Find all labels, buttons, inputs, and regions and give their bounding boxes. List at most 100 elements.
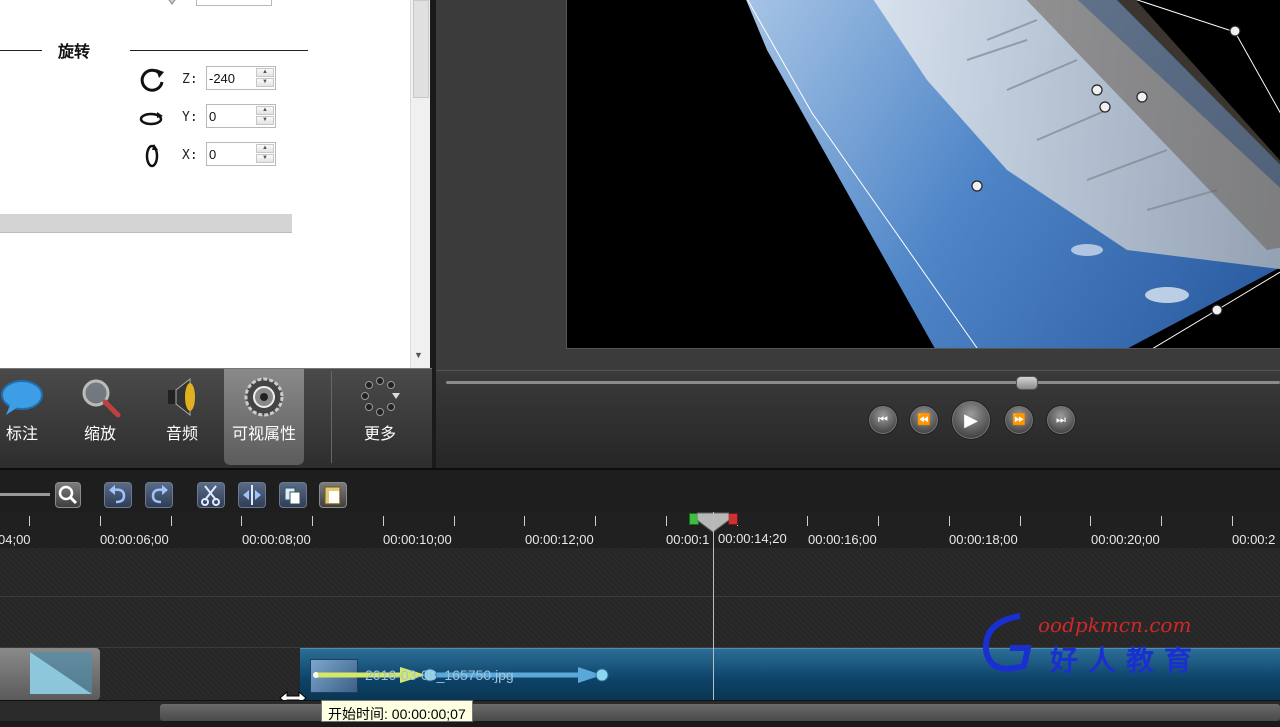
tab-visual-properties-label: 可视属性 xyxy=(231,424,296,443)
rotation-y-spinner[interactable]: ▲ ▼ xyxy=(256,106,274,126)
slider-thumb-icon[interactable] xyxy=(164,0,180,8)
section-divider-left xyxy=(0,50,42,51)
speaker-icon xyxy=(168,377,195,417)
split-icon xyxy=(243,485,261,505)
timeline-scrollbar[interactable] xyxy=(0,700,1280,721)
ruler-label: 00:00:1 xyxy=(666,532,710,547)
more-dots-icon xyxy=(361,377,400,416)
playhead-line xyxy=(713,512,714,702)
properties-scrollbar[interactable]: ▼ xyxy=(410,0,430,368)
section-divider-right xyxy=(130,50,308,51)
previous-field[interactable] xyxy=(196,0,272,6)
tab-callouts-label: 标注 xyxy=(5,424,38,443)
rotation-section-title: 旋转 xyxy=(58,42,91,61)
magnifier-icon xyxy=(58,485,78,505)
ruler-tick xyxy=(524,516,525,526)
ruler-label: 00:00:18;00 xyxy=(949,532,1018,547)
ruler-tick xyxy=(1020,516,1021,526)
scissors-icon xyxy=(201,485,220,506)
ruler-tick xyxy=(1232,516,1233,526)
ruler-label: 00:00:12;00 xyxy=(525,532,594,547)
paste-icon xyxy=(324,486,341,505)
tab-callouts[interactable]: 标注 xyxy=(0,369,62,465)
ruler-label: 04;00 xyxy=(0,532,31,547)
previous-clip[interactable] xyxy=(0,648,100,700)
paste-button[interactable] xyxy=(319,482,347,508)
rotate-z-icon xyxy=(140,68,164,92)
skip-back-icon: ⏮ xyxy=(878,414,888,426)
x-axis-label: X: xyxy=(182,148,198,163)
timeline-toolbar xyxy=(0,468,1280,514)
rotation-z-spinner[interactable]: ▲ ▼ xyxy=(256,68,274,88)
ruler-tick xyxy=(949,516,950,526)
ruler-label: 00:00:2 xyxy=(1232,532,1276,547)
ruler-label: 00:00:08;00 xyxy=(242,532,311,547)
jump-to-start-button[interactable]: ⏮ xyxy=(868,405,898,435)
rotation-x-field[interactable]: ▲▼ xyxy=(206,142,276,166)
ruler-label: 00:00:16;00 xyxy=(808,532,877,547)
rotation-y-input[interactable] xyxy=(209,106,257,126)
preview-pane xyxy=(436,0,1280,370)
redo-button[interactable] xyxy=(145,482,173,508)
ruler-tick xyxy=(666,516,667,526)
tab-visual-properties[interactable]: 可视属性 xyxy=(224,369,304,465)
preview-canvas[interactable] xyxy=(566,0,1280,349)
selection-end-handle[interactable] xyxy=(728,513,738,525)
start-time-tooltip: 开始时间: 00:00:00;07 xyxy=(321,700,473,722)
rotation-y-field[interactable]: ▲▼ xyxy=(206,104,276,128)
timeline-ruler[interactable]: 04;00 00:00:06;00 00:00:08;00 00:00:10;0… xyxy=(0,512,1280,549)
cut-button[interactable] xyxy=(197,482,225,508)
redo-icon xyxy=(151,485,168,504)
ruler-tick xyxy=(807,516,808,526)
copy-icon xyxy=(284,487,301,505)
fast-forward-button[interactable]: ⏩ xyxy=(1004,405,1034,435)
split-button[interactable] xyxy=(238,482,266,508)
fast-forward-icon: ⏩ xyxy=(1012,414,1026,426)
ruler-tick xyxy=(241,516,242,526)
rotation-x-input[interactable] xyxy=(209,144,257,164)
zoom-timeline-button[interactable] xyxy=(55,482,81,508)
playhead-time: 00:00:14;20 xyxy=(718,531,787,546)
rotated-image-media[interactable] xyxy=(567,0,1280,348)
tab-zoom-label: 缩放 xyxy=(83,424,116,443)
undo-icon xyxy=(109,485,126,504)
ruler-tick xyxy=(100,516,101,526)
rewind-icon: ⏪ xyxy=(917,414,931,426)
skip-forward-icon: ⏭ xyxy=(1056,414,1066,426)
jump-to-end-button[interactable]: ⏭ xyxy=(1046,405,1076,435)
properties-scroll-thumb[interactable] xyxy=(413,0,429,98)
watermark-brand: 好人教育 xyxy=(1049,644,1202,677)
ruler-tick xyxy=(312,516,313,526)
rotation-z-field[interactable]: ▲▼ xyxy=(206,66,276,90)
seek-thumb[interactable] xyxy=(1016,376,1038,390)
copy-button[interactable] xyxy=(279,482,307,508)
seek-bar[interactable] xyxy=(446,381,1280,384)
tab-more[interactable]: 更多 xyxy=(340,369,420,465)
watermark-site: oodpkmcn.com xyxy=(1038,613,1191,637)
play-button[interactable]: ▶ xyxy=(951,400,991,440)
task-tabs: 标注 缩放 音频 可视属性 更多 xyxy=(0,368,432,469)
ruler-tick xyxy=(454,516,455,526)
zoom-slider[interactable] xyxy=(0,493,50,496)
undo-button[interactable] xyxy=(104,482,132,508)
rotate-x-icon xyxy=(145,144,159,168)
tab-zoom[interactable]: 缩放 xyxy=(60,369,140,465)
ruler-tick xyxy=(1161,516,1162,526)
tab-more-label: 更多 xyxy=(363,424,396,443)
player-controls: ⏮ ⏪ ▶ ⏩ ⏭ xyxy=(436,370,1280,469)
tab-audio[interactable]: 音频 xyxy=(142,369,222,465)
scroll-down-arrow-icon[interactable]: ▼ xyxy=(414,350,423,360)
transition-thumbnail-icon xyxy=(30,652,92,694)
rotation-z-input[interactable] xyxy=(209,68,257,88)
timeline-track-1[interactable] xyxy=(0,548,1280,596)
play-icon: ▶ xyxy=(964,410,978,430)
visual-properties-panel: 旋转 Z: ▲▼ Y: ▲▼ X: ▲▼ xyxy=(0,0,430,368)
rewind-button[interactable]: ⏪ xyxy=(909,405,939,435)
rotation-x-spinner[interactable]: ▲ ▼ xyxy=(256,144,274,164)
magnifier-icon xyxy=(82,379,121,418)
visual-properties-icon xyxy=(244,377,284,417)
rotate-y-icon xyxy=(139,112,163,126)
ruler-tick xyxy=(878,516,879,526)
y-axis-label: Y: xyxy=(182,110,198,125)
tab-separator xyxy=(331,371,332,463)
